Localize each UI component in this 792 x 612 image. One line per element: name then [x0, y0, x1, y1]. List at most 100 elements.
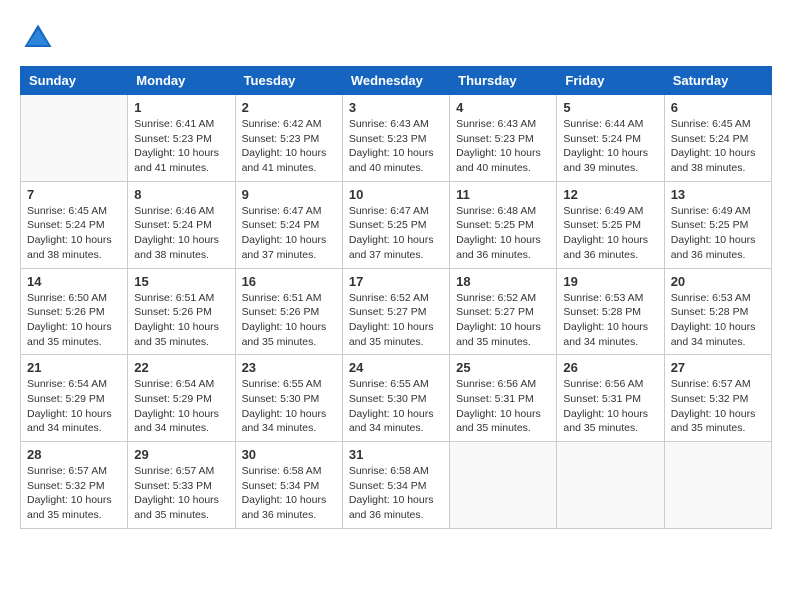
- day-info: Sunrise: 6:51 AMSunset: 5:26 PMDaylight:…: [134, 291, 228, 350]
- calendar-cell: 10 Sunrise: 6:47 AMSunset: 5:25 PMDayligh…: [342, 181, 449, 268]
- calendar-cell: 18Sunrise: 6:52 AMSunset: 5:27 PMDayligh…: [450, 268, 557, 355]
- calendar-cell: 21 Sunrise: 6:54 AMSunset: 5:29 PMDayligh…: [21, 355, 128, 442]
- calendar-cell: 27 Sunrise: 6:57 AMSunset: 5:32 PMDayligh…: [664, 355, 771, 442]
- col-tuesday: Tuesday: [235, 67, 342, 95]
- day-info: Sunrise: 6:58 AMSunset: 5:34 PMDaylight:…: [349, 464, 443, 523]
- week-row-3: 21 Sunrise: 6:54 AMSunset: 5:29 PMDayligh…: [21, 355, 772, 442]
- calendar-cell: 2 Sunrise: 6:42 AMSunset: 5:23 PMDaylight…: [235, 95, 342, 182]
- day-info: Sunrise: 6:49 AMSunset: 5:25 PMDaylight:…: [563, 204, 657, 263]
- day-info: Sunrise: 6:52 AMSunset: 5:27 PMDaylight:…: [456, 291, 550, 350]
- col-wednesday: Wednesday: [342, 67, 449, 95]
- day-number: 23: [242, 360, 336, 375]
- day-number: 6: [671, 100, 765, 115]
- calendar-cell: 13 Sunrise: 6:49 AMSunset: 5:25 PMDayligh…: [664, 181, 771, 268]
- calendar-cell: 25 Sunrise: 6:56 AMSunset: 5:31 PMDayligh…: [450, 355, 557, 442]
- day-number: 28: [27, 447, 121, 462]
- week-row-2: 14 Sunrise: 6:50 AMSunset: 5:26 PMDayligh…: [21, 268, 772, 355]
- week-row-4: 28 Sunrise: 6:57 AMSunset: 5:32 PMDayligh…: [21, 442, 772, 529]
- calendar-header-row: Sunday Monday Tuesday Wednesday Thursday…: [21, 67, 772, 95]
- day-number: 16: [242, 274, 336, 289]
- day-info: Sunrise: 6:57 AMSunset: 5:33 PMDaylight:…: [134, 464, 228, 523]
- day-number: 13: [671, 187, 765, 202]
- day-info: Sunrise: 6:42 AMSunset: 5:23 PMDaylight:…: [242, 117, 336, 176]
- calendar-cell: 17Sunrise: 6:52 AMSunset: 5:27 PMDayligh…: [342, 268, 449, 355]
- day-number: 21: [27, 360, 121, 375]
- calendar-cell: 7 Sunrise: 6:45 AMSunset: 5:24 PMDaylight…: [21, 181, 128, 268]
- day-number: 3: [349, 100, 443, 115]
- day-number: 27: [671, 360, 765, 375]
- day-info: Sunrise: 6:57 AMSunset: 5:32 PMDaylight:…: [671, 377, 765, 436]
- calendar-cell: 8 Sunrise: 6:46 AMSunset: 5:24 PMDaylight…: [128, 181, 235, 268]
- day-number: 20: [671, 274, 765, 289]
- calendar-cell: 26 Sunrise: 6:56 AMSunset: 5:31 PMDayligh…: [557, 355, 664, 442]
- calendar-cell: 23 Sunrise: 6:55 AMSunset: 5:30 PMDayligh…: [235, 355, 342, 442]
- day-info: Sunrise: 6:47 AMSunset: 5:24 PMDaylight:…: [242, 204, 336, 263]
- calendar-cell: 14 Sunrise: 6:50 AMSunset: 5:26 PMDayligh…: [21, 268, 128, 355]
- calendar-cell: 28 Sunrise: 6:57 AMSunset: 5:32 PMDayligh…: [21, 442, 128, 529]
- day-number: 2: [242, 100, 336, 115]
- col-monday: Monday: [128, 67, 235, 95]
- calendar-cell: 19Sunrise: 6:53 AMSunset: 5:28 PMDayligh…: [557, 268, 664, 355]
- calendar-cell: [557, 442, 664, 529]
- day-number: 25: [456, 360, 550, 375]
- col-thursday: Thursday: [450, 67, 557, 95]
- day-number: 4: [456, 100, 550, 115]
- day-info: Sunrise: 6:43 AMSunset: 5:23 PMDaylight:…: [456, 117, 550, 176]
- calendar-cell: 20 Sunrise: 6:53 AMSunset: 5:28 PMDayligh…: [664, 268, 771, 355]
- calendar-cell: 31 Sunrise: 6:58 AMSunset: 5:34 PMDayligh…: [342, 442, 449, 529]
- col-saturday: Saturday: [664, 67, 771, 95]
- day-number: 15: [134, 274, 228, 289]
- day-number: 29: [134, 447, 228, 462]
- day-info: Sunrise: 6:45 AMSunset: 5:24 PMDaylight:…: [27, 204, 121, 263]
- calendar-cell: 16 Sunrise: 6:51 AMSunset: 5:26 PMDayligh…: [235, 268, 342, 355]
- calendar-cell: 4 Sunrise: 6:43 AMSunset: 5:23 PMDaylight…: [450, 95, 557, 182]
- day-info: Sunrise: 6:54 AMSunset: 5:29 PMDaylight:…: [27, 377, 121, 436]
- col-friday: Friday: [557, 67, 664, 95]
- calendar-cell: 6Sunrise: 6:45 AMSunset: 5:24 PMDaylight…: [664, 95, 771, 182]
- day-info: Sunrise: 6:47 AMSunset: 5:25 PMDaylight:…: [349, 204, 443, 263]
- day-number: 17: [349, 274, 443, 289]
- day-number: 26: [563, 360, 657, 375]
- calendar-cell: 1Sunrise: 6:41 AMSunset: 5:23 PMDaylight…: [128, 95, 235, 182]
- calendar-cell: 12 Sunrise: 6:49 AMSunset: 5:25 PMDayligh…: [557, 181, 664, 268]
- calendar-cell: 5 Sunrise: 6:44 AMSunset: 5:24 PMDaylight…: [557, 95, 664, 182]
- day-info: Sunrise: 6:53 AMSunset: 5:28 PMDaylight:…: [671, 291, 765, 350]
- day-info: Sunrise: 6:57 AMSunset: 5:32 PMDaylight:…: [27, 464, 121, 523]
- day-number: 1: [134, 100, 228, 115]
- calendar-cell: [450, 442, 557, 529]
- day-info: Sunrise: 6:51 AMSunset: 5:26 PMDaylight:…: [242, 291, 336, 350]
- day-number: 11: [456, 187, 550, 202]
- day-number: 12: [563, 187, 657, 202]
- logo: [20, 20, 62, 56]
- day-number: 8: [134, 187, 228, 202]
- week-row-1: 7 Sunrise: 6:45 AMSunset: 5:24 PMDaylight…: [21, 181, 772, 268]
- day-number: 19: [563, 274, 657, 289]
- day-number: 9: [242, 187, 336, 202]
- day-number: 7: [27, 187, 121, 202]
- header: [20, 20, 772, 56]
- page-container: Sunday Monday Tuesday Wednesday Thursday…: [20, 20, 772, 529]
- calendar-cell: 15 Sunrise: 6:51 AMSunset: 5:26 PMDayligh…: [128, 268, 235, 355]
- day-info: Sunrise: 6:46 AMSunset: 5:24 PMDaylight:…: [134, 204, 228, 263]
- calendar-cell: [21, 95, 128, 182]
- day-number: 14: [27, 274, 121, 289]
- day-number: 5: [563, 100, 657, 115]
- day-info: Sunrise: 6:55 AMSunset: 5:30 PMDaylight:…: [242, 377, 336, 436]
- day-info: Sunrise: 6:56 AMSunset: 5:31 PMDaylight:…: [563, 377, 657, 436]
- calendar-cell: 11 Sunrise: 6:48 AMSunset: 5:25 PMDayligh…: [450, 181, 557, 268]
- day-info: Sunrise: 6:44 AMSunset: 5:24 PMDaylight:…: [563, 117, 657, 176]
- day-number: 24: [349, 360, 443, 375]
- calendar-cell: 3Sunrise: 6:43 AMSunset: 5:23 PMDaylight…: [342, 95, 449, 182]
- day-info: Sunrise: 6:50 AMSunset: 5:26 PMDaylight:…: [27, 291, 121, 350]
- day-number: 31: [349, 447, 443, 462]
- day-number: 10: [349, 187, 443, 202]
- week-row-0: 1Sunrise: 6:41 AMSunset: 5:23 PMDaylight…: [21, 95, 772, 182]
- calendar: Sunday Monday Tuesday Wednesday Thursday…: [20, 66, 772, 529]
- calendar-cell: [664, 442, 771, 529]
- logo-icon: [20, 20, 56, 56]
- day-info: Sunrise: 6:56 AMSunset: 5:31 PMDaylight:…: [456, 377, 550, 436]
- day-info: Sunrise: 6:49 AMSunset: 5:25 PMDaylight:…: [671, 204, 765, 263]
- calendar-cell: 30Sunrise: 6:58 AMSunset: 5:34 PMDayligh…: [235, 442, 342, 529]
- calendar-cell: 9 Sunrise: 6:47 AMSunset: 5:24 PMDaylight…: [235, 181, 342, 268]
- day-info: Sunrise: 6:48 AMSunset: 5:25 PMDaylight:…: [456, 204, 550, 263]
